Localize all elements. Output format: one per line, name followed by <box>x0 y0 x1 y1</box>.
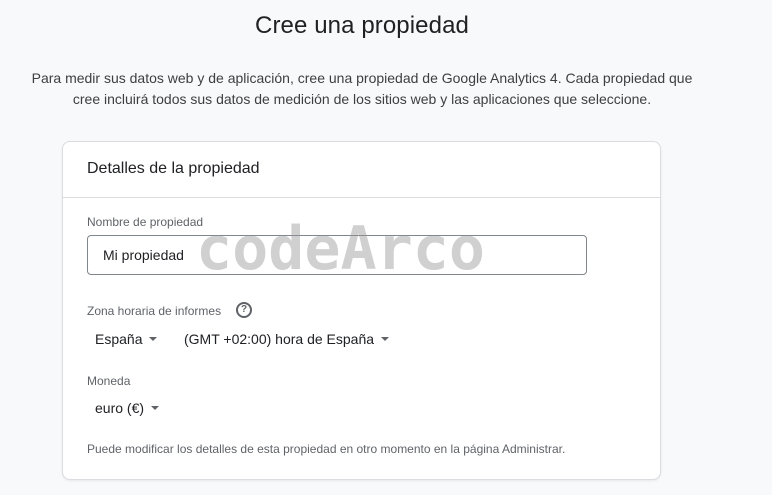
country-value: España <box>95 331 143 347</box>
page-title: Cree una propiedad <box>255 12 469 39</box>
caret-down-icon <box>151 406 160 410</box>
caret-down-icon <box>381 337 390 341</box>
timezone-dropdown[interactable]: (GMT +02:00) hora de España <box>184 331 390 347</box>
currency-dropdown[interactable]: euro (€) <box>95 400 160 416</box>
help-circle-icon[interactable]: ? <box>236 302 252 318</box>
create-property-page: Cree una propiedad Para medir sus datos … <box>0 0 772 495</box>
currency-value: euro (€) <box>95 400 145 416</box>
country-dropdown[interactable]: España <box>95 331 158 347</box>
property-name-label: Nombre de propiedad <box>87 215 204 229</box>
intro-line-2: cree incluirá todos sus datos de medició… <box>72 91 652 107</box>
page-intro: Para medir sus datos web y de aplicación… <box>0 68 724 110</box>
timezone-label: Zona horaria de informes <box>87 304 222 318</box>
timezone-value: (GMT +02:00) hora de España <box>184 331 375 347</box>
property-name-input[interactable] <box>87 235 587 275</box>
card-footnote: Puede modificar los detalles de esta pro… <box>87 442 566 456</box>
intro-line-1: Para medir sus datos web y de aplicación… <box>31 70 693 86</box>
property-details-card: Detalles de la propiedad Nombre de propi… <box>62 141 661 480</box>
card-header: Detalles de la propiedad <box>63 142 660 198</box>
currency-label: Moneda <box>87 374 131 388</box>
caret-down-icon <box>149 337 158 341</box>
